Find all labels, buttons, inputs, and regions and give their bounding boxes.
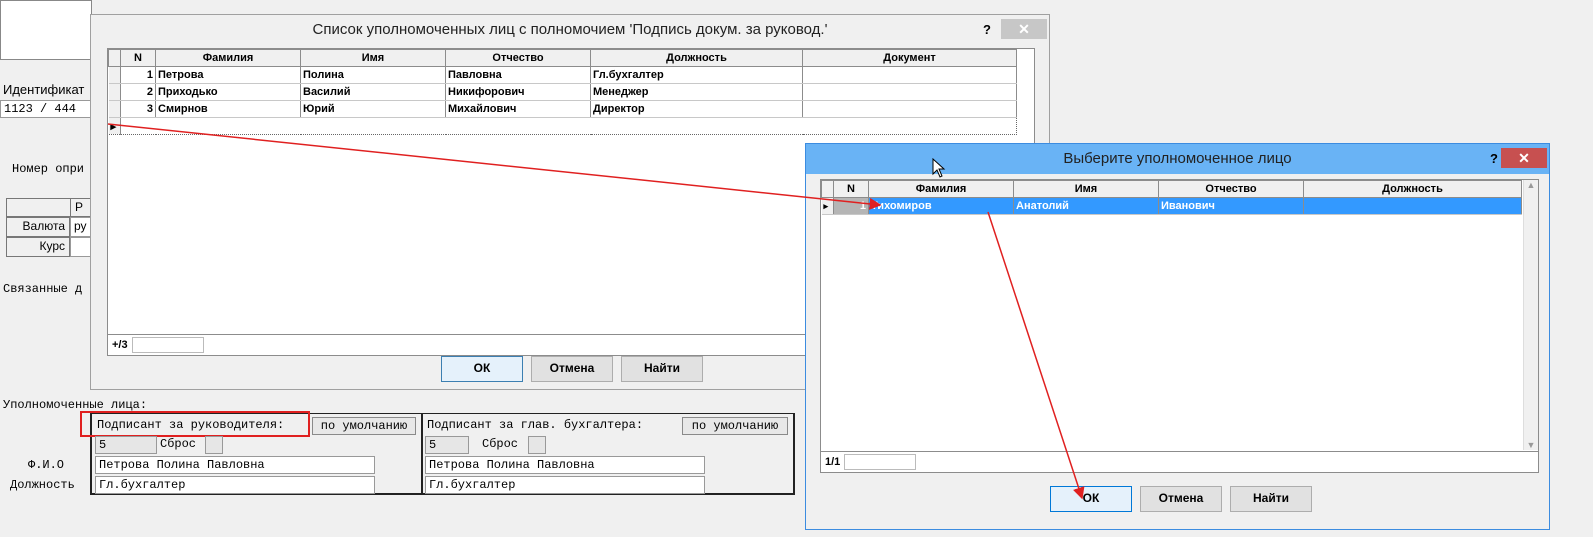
- related-docs-label: Связанные д: [3, 282, 83, 296]
- cell-patronymic: Павловна: [445, 66, 591, 84]
- column-header-lastname[interactable]: Фамилия: [155, 49, 301, 67]
- signer-accountant-code[interactable]: 5: [425, 436, 469, 454]
- row-indicator-header: [821, 180, 834, 198]
- cancel-button[interactable]: Отмена: [531, 356, 613, 382]
- number-label: Номер опри: [12, 162, 85, 176]
- column-header-position[interactable]: Должность: [1303, 180, 1522, 198]
- table-row[interactable]: 3 Смирнов Юрий Михайлович Директор: [108, 100, 1017, 118]
- status-field: [131, 337, 204, 353]
- cell-patronymic: Никифорович: [445, 83, 591, 101]
- new-row[interactable]: ▸: [108, 117, 1017, 135]
- table-row[interactable]: 1 Петрова Полина Павловна Гл.бухгалтер: [108, 66, 1017, 84]
- currency-label: Валюта: [6, 217, 70, 237]
- select-person-dialog-title: Выберите уполномоченное лицо: [806, 144, 1549, 174]
- ok-button[interactable]: ОК: [1050, 486, 1132, 512]
- current-row-marker: ▸: [108, 117, 121, 135]
- table-row[interactable]: 2 Приходько Василий Никифорович Менеджер: [108, 83, 1017, 101]
- select-person-dialog: Выберите уполномоченное лицо ? ✕ N Фамил…: [805, 143, 1550, 530]
- authorized-list-dialog-title: Список уполномоченных лиц с полномочием …: [312, 21, 828, 38]
- signer-accountant-position[interactable]: Гл.бухгалтер: [425, 476, 705, 494]
- column-header-patronymic[interactable]: Отчество: [1158, 180, 1304, 198]
- signer-accountant-default-button[interactable]: по умолчанию: [682, 417, 788, 435]
- cell-n: 2: [120, 83, 156, 101]
- cell-position: Директор: [590, 100, 803, 118]
- currency-table-header: Р: [70, 198, 92, 217]
- cell-n: 1: [833, 197, 869, 215]
- cell-lastname: Смирнов: [155, 100, 301, 118]
- row-indicator: [108, 66, 121, 84]
- authorized-persons-label: Уполномоченные лица:: [3, 398, 148, 412]
- top-text-box[interactable]: [0, 0, 92, 60]
- status-field: [844, 454, 917, 470]
- signer-accountant-fio[interactable]: Петрова Полина Павловна: [425, 456, 705, 474]
- signer-accountant-label: Подписант за глав. бухгалтера:: [427, 418, 644, 432]
- cell-firstname: Василий: [300, 83, 446, 101]
- cell-firstname: Анатолий: [1013, 197, 1159, 215]
- cell-firstname: Юрий: [300, 100, 446, 118]
- help-icon[interactable]: ?: [1486, 144, 1502, 174]
- mouse-cursor-icon: [932, 158, 946, 178]
- column-header-firstname[interactable]: Имя: [1013, 180, 1159, 198]
- cell-position: Гл.бухгалтер: [590, 66, 803, 84]
- signer-head-fio[interactable]: Петрова Полина Павловна: [95, 456, 375, 474]
- signer-accountant-reset-label[interactable]: Сброс: [482, 437, 518, 451]
- select-person-grid[interactable]: N Фамилия Имя Отчество Должность ▸ 1 Тих…: [820, 179, 1539, 473]
- column-header-patronymic[interactable]: Отчество: [445, 49, 591, 67]
- cell-document: [802, 83, 1017, 101]
- scroll-down-icon[interactable]: ▼: [1524, 440, 1538, 450]
- cell-position: [1303, 197, 1522, 215]
- record-counter-text: +/3: [112, 338, 128, 351]
- column-header-document[interactable]: Документ: [802, 49, 1017, 67]
- cell-n: 1: [120, 66, 156, 84]
- cancel-button[interactable]: Отмена: [1140, 486, 1222, 512]
- cell-firstname: Полина: [300, 66, 446, 84]
- column-header-n[interactable]: N: [833, 180, 869, 198]
- record-counter: 1/1: [821, 451, 1538, 472]
- column-header-n[interactable]: N: [120, 49, 156, 67]
- column-header-lastname[interactable]: Фамилия: [868, 180, 1014, 198]
- scroll-up-icon[interactable]: ▲: [1524, 180, 1538, 190]
- column-header-position[interactable]: Должность: [590, 49, 803, 67]
- ok-button[interactable]: ОК: [441, 356, 523, 382]
- currency-table-corner: [6, 198, 70, 217]
- signer-head-default-button[interactable]: по умолчанию: [312, 417, 416, 435]
- cell-n: 3: [120, 100, 156, 118]
- signer-head-code[interactable]: 5: [95, 436, 157, 454]
- cell-patronymic: Иванович: [1158, 197, 1304, 215]
- identifier-field[interactable]: 1123 / 444: [0, 100, 92, 118]
- row-indicator: [108, 100, 121, 118]
- position-label: Должность: [10, 478, 75, 492]
- record-counter-text: 1/1: [825, 455, 841, 468]
- highlight-box: [80, 411, 310, 437]
- cell-lastname: Петрова: [155, 66, 301, 84]
- find-button[interactable]: Найти: [621, 356, 703, 382]
- rate-field[interactable]: [70, 237, 92, 257]
- vertical-scrollbar[interactable]: ▲ ▼: [1523, 180, 1538, 450]
- close-icon[interactable]: ✕: [1501, 148, 1547, 168]
- cell-document: [802, 66, 1017, 84]
- identifier-label: Идентификат: [3, 82, 85, 97]
- cell-position: Менеджер: [590, 83, 803, 101]
- signer-head-position[interactable]: Гл.бухгалтер: [95, 476, 375, 494]
- currency-field[interactable]: ру: [70, 217, 92, 237]
- help-icon[interactable]: ?: [979, 15, 995, 45]
- fio-label: Ф.И.О: [28, 458, 65, 472]
- rate-label: Курс: [6, 237, 70, 257]
- signer-head-reset-label[interactable]: Сброс: [160, 437, 196, 451]
- table-row-selected[interactable]: ▸ 1 Тихомиров Анатолий Иванович: [821, 197, 1522, 215]
- column-header-firstname[interactable]: Имя: [300, 49, 446, 67]
- cell-patronymic: Михайлович: [445, 100, 591, 118]
- cell-lastname: Тихомиров: [868, 197, 1014, 215]
- row-indicator-header: [108, 49, 121, 67]
- signer-accountant-reset-checkbox[interactable]: [528, 436, 546, 454]
- row-indicator: [108, 83, 121, 101]
- signer-head-reset-checkbox[interactable]: [205, 436, 223, 454]
- find-button[interactable]: Найти: [1230, 486, 1312, 512]
- current-row-marker: ▸: [821, 197, 834, 215]
- close-icon[interactable]: ✕: [1001, 19, 1047, 39]
- cell-lastname: Приходько: [155, 83, 301, 101]
- cell-document: [802, 100, 1017, 118]
